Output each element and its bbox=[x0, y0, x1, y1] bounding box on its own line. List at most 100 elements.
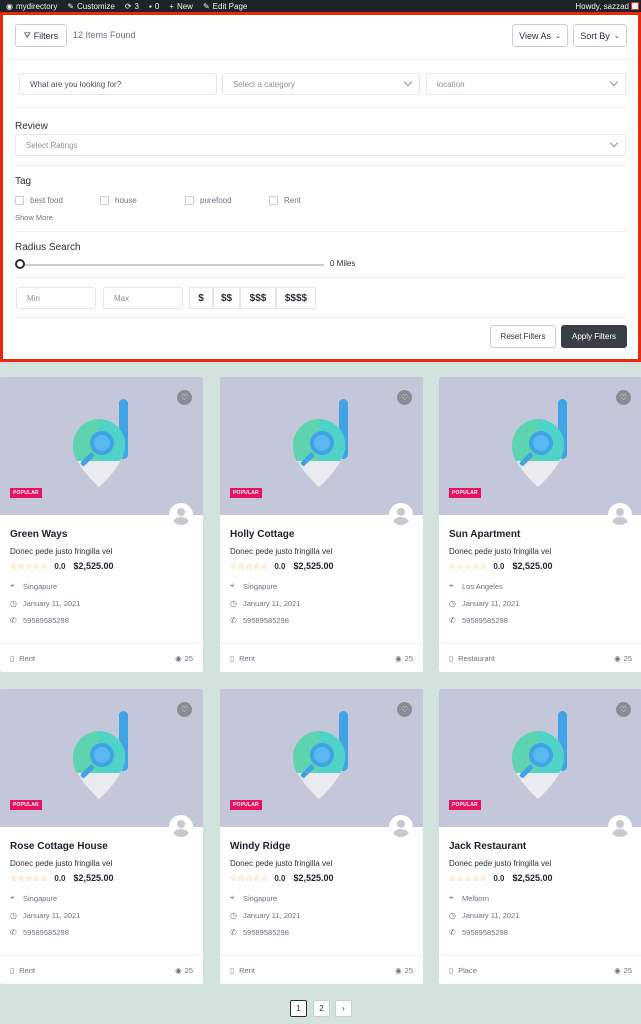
listing-image[interactable]: ♡ POPULAR bbox=[439, 689, 641, 827]
tag-checkbox-house[interactable]: house bbox=[100, 196, 137, 205]
listing-card[interactable]: ♡ POPULAR Jack Restaurant Donec pede justo … bbox=[439, 689, 641, 984]
favorite-heart-icon[interactable]: ♡ bbox=[397, 390, 412, 405]
checkbox[interactable] bbox=[185, 196, 194, 205]
listing-category[interactable]: ▯ Rent bbox=[230, 654, 255, 663]
listing-logo-icon bbox=[293, 711, 348, 799]
favorite-heart-icon[interactable]: ♡ bbox=[177, 390, 192, 405]
price-level-3[interactable]: $$$ bbox=[240, 287, 276, 309]
reset-filters-button[interactable]: Reset Filters bbox=[490, 325, 556, 348]
listing-card[interactable]: ♡ POPULAR Green Ways Donec pede justo fring… bbox=[0, 377, 203, 672]
listing-title[interactable]: Windy Ridge bbox=[230, 841, 290, 852]
admin-updates-link[interactable]: ⟳ 3 bbox=[125, 2, 139, 11]
author-avatar[interactable] bbox=[608, 503, 632, 527]
rating-value: 0.0 bbox=[54, 561, 66, 571]
checkbox[interactable] bbox=[269, 196, 278, 205]
listing-image[interactable]: ♡ POPULAR bbox=[220, 377, 423, 515]
author-avatar[interactable] bbox=[169, 503, 193, 527]
author-avatar[interactable] bbox=[389, 815, 413, 839]
listing-location: ⌖ Los Angeles bbox=[449, 581, 503, 591]
search-input[interactable]: What are you looking for? bbox=[19, 73, 217, 95]
listing-card[interactable]: ♡ POPULAR Windy Ridge Donec pede justo frin… bbox=[220, 689, 423, 984]
page-button-1[interactable]: 1 bbox=[290, 1000, 307, 1017]
radius-heading: Radius Search bbox=[15, 242, 81, 253]
listing-phone[interactable]: ✆ 59589585298 bbox=[449, 616, 508, 625]
apply-filters-button[interactable]: Apply Filters bbox=[561, 325, 627, 348]
favorite-heart-icon[interactable]: ♡ bbox=[177, 702, 192, 717]
admin-site-link[interactable]: ◉ mydirectory bbox=[6, 2, 57, 11]
phone-text: 59589585298 bbox=[462, 928, 508, 937]
listing-views: ◉ 25 bbox=[395, 966, 413, 975]
location-text: Singapure bbox=[243, 581, 278, 591]
min-price-input[interactable]: Min bbox=[16, 287, 96, 309]
category-icon: ▯ bbox=[230, 654, 235, 663]
eye-icon: ◉ bbox=[395, 654, 402, 663]
admin-comments-link[interactable]: ▪ 0 bbox=[149, 2, 159, 11]
listing-subtitle: Donec pede justo fringilla vel bbox=[449, 547, 552, 556]
price-level-4[interactable]: $$$$ bbox=[276, 287, 316, 309]
sort-by-dropdown[interactable]: Sort By ⌄ bbox=[573, 24, 627, 47]
category-placeholder: Select a category bbox=[233, 79, 295, 89]
price-level-2[interactable]: $$ bbox=[213, 287, 240, 309]
tag-checkbox-best-food[interactable]: best food bbox=[15, 196, 63, 205]
admin-customize-link[interactable]: ✎ Customize bbox=[67, 2, 115, 11]
listing-category[interactable]: ▯ Place bbox=[449, 966, 477, 975]
listing-phone[interactable]: ✆ 59589585298 bbox=[10, 928, 69, 937]
author-avatar[interactable] bbox=[389, 503, 413, 527]
listing-views: ◉ 25 bbox=[614, 966, 632, 975]
min-placeholder: Min bbox=[27, 293, 40, 303]
listing-title[interactable]: Green Ways bbox=[10, 529, 67, 540]
listing-title[interactable]: Sun Apartment bbox=[449, 529, 520, 540]
ratings-select[interactable]: Select Ratings bbox=[15, 134, 626, 156]
listing-image[interactable]: ♡ POPULAR bbox=[0, 689, 203, 827]
apply-filters-label: Apply Filters bbox=[571, 332, 616, 341]
max-price-input[interactable]: Max bbox=[103, 287, 183, 309]
listing-category[interactable]: ▯ Rent bbox=[10, 654, 35, 663]
rating-value: 0.0 bbox=[274, 873, 286, 883]
checkbox[interactable] bbox=[15, 196, 24, 205]
admin-howdy[interactable]: Howdy, sazzad bbox=[575, 0, 629, 12]
category-select[interactable]: Select a category bbox=[222, 73, 420, 95]
listing-phone[interactable]: ✆ 59589585298 bbox=[230, 928, 289, 937]
checkbox[interactable] bbox=[100, 196, 109, 205]
listing-phone[interactable]: ✆ 59589585298 bbox=[10, 616, 69, 625]
listing-rating: ☆☆☆☆☆ 0.0 $2,525.00 bbox=[10, 561, 114, 571]
admin-new-link[interactable]: + New bbox=[169, 2, 193, 11]
listing-image[interactable]: ♡ POPULAR bbox=[220, 689, 423, 827]
next-page-button[interactable]: › bbox=[335, 1000, 352, 1017]
radius-slider-handle[interactable] bbox=[15, 259, 25, 269]
author-avatar[interactable] bbox=[608, 815, 632, 839]
listing-image[interactable]: ♡ POPULAR bbox=[439, 377, 641, 515]
listing-category[interactable]: ▯ Rent bbox=[10, 966, 35, 975]
favorite-heart-icon[interactable]: ♡ bbox=[616, 702, 631, 717]
tag-checkbox-rent[interactable]: Rent bbox=[269, 196, 301, 205]
admin-avatar[interactable] bbox=[631, 2, 639, 10]
admin-edit-link[interactable]: ✎ Edit Page bbox=[203, 2, 247, 11]
listing-image[interactable]: ♡ POPULAR bbox=[0, 377, 203, 515]
view-as-dropdown[interactable]: View As ⌄ bbox=[512, 24, 568, 47]
location-select[interactable]: location bbox=[426, 73, 626, 95]
radius-slider-track[interactable] bbox=[18, 264, 324, 266]
favorite-heart-icon[interactable]: ♡ bbox=[397, 702, 412, 717]
tag-checkbox-purefood[interactable]: purefood bbox=[185, 196, 232, 205]
page-button-2[interactable]: 2 bbox=[313, 1000, 330, 1017]
clock-icon: ◷ bbox=[449, 599, 456, 608]
listing-title[interactable]: Holly Cottage bbox=[230, 529, 294, 540]
price-level-1[interactable]: $ bbox=[189, 287, 213, 309]
show-more-link[interactable]: Show More bbox=[15, 213, 53, 222]
listing-card[interactable]: ♡ POPULAR Sun Apartment Donec pede justo fr… bbox=[439, 377, 641, 672]
favorite-heart-icon[interactable]: ♡ bbox=[616, 390, 631, 405]
filters-button[interactable]: ⛛ Filters bbox=[15, 24, 67, 47]
admin-customize-label: Customize bbox=[77, 1, 115, 11]
listing-phone[interactable]: ✆ 59589585298 bbox=[449, 928, 508, 937]
listing-card[interactable]: ♡ POPULAR Rose Cottage House Donec pede jus… bbox=[0, 689, 203, 984]
listing-footer: ▯ Rent ◉ 25 bbox=[0, 955, 203, 984]
listing-card[interactable]: ♡ POPULAR Holly Cottage Donec pede justo fr… bbox=[220, 377, 423, 672]
listing-category[interactable]: ▯ Rent bbox=[230, 966, 255, 975]
listing-title[interactable]: Jack Restaurant bbox=[449, 841, 526, 852]
listing-category[interactable]: ▯ Restaurant bbox=[449, 654, 495, 663]
listing-title[interactable]: Rose Cottage House bbox=[10, 841, 108, 852]
author-avatar[interactable] bbox=[169, 815, 193, 839]
listing-logo bbox=[506, 711, 576, 806]
listing-phone[interactable]: ✆ 59589585298 bbox=[230, 616, 289, 625]
star-rating-icon: ☆☆☆☆☆ bbox=[10, 561, 49, 571]
